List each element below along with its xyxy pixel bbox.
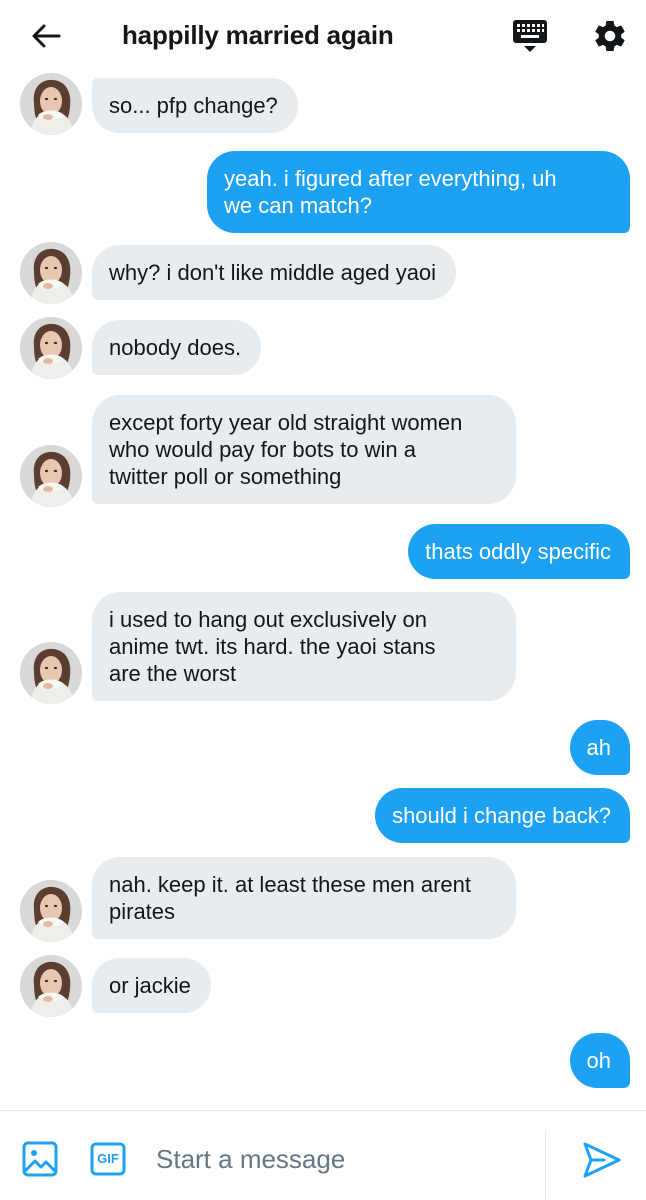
conversation-title: happilly married again (122, 20, 394, 50)
avatar[interactable] (20, 880, 82, 942)
message-bubble-incoming[interactable]: why? i don't like middle aged yaoi (92, 245, 457, 300)
message-bubble-outgoing[interactable]: yeah. i figured after everything, uh we … (207, 151, 630, 233)
arrow-left-icon (32, 24, 61, 48)
add-image-button[interactable] (22, 1141, 58, 1177)
message-text: thats oddly specific (425, 539, 611, 564)
message-text: oh (586, 1048, 611, 1073)
avatar-image (20, 73, 82, 135)
composer-divider (545, 1131, 546, 1200)
avatar-image (20, 880, 82, 942)
avatar-image (20, 242, 82, 304)
message-input[interactable] (156, 1137, 526, 1181)
message-text: or jackie (109, 973, 191, 998)
send-button[interactable] (582, 1141, 624, 1181)
add-gif-button[interactable]: GIF (90, 1142, 126, 1176)
message-bubble-outgoing[interactable]: oh (569, 1033, 630, 1088)
image-icon (22, 1141, 58, 1177)
message-text: i used to hang out exclusively on anime … (109, 607, 436, 686)
avatar-image (20, 317, 82, 379)
message-bubble-outgoing[interactable]: ah (569, 720, 630, 775)
message-text: ah (586, 735, 611, 760)
message-text: except forty year old straight women who… (109, 410, 463, 489)
avatar[interactable] (20, 445, 82, 507)
message-text: should i change back? (392, 803, 611, 828)
avatar[interactable] (20, 73, 82, 135)
message-text: so... pfp change? (109, 93, 278, 118)
conversation-header: happilly married again (0, 0, 646, 72)
avatar[interactable] (20, 317, 82, 379)
gif-label: GIF (97, 1151, 119, 1166)
message-text: yeah. i figured after everything, uh we … (224, 166, 557, 218)
message-composer: GIF (0, 1110, 646, 1200)
message-bubble-incoming[interactable]: or jackie (92, 958, 211, 1013)
gear-icon (595, 21, 625, 51)
avatar-image (20, 445, 82, 507)
message-bubble-outgoing[interactable]: should i change back? (375, 788, 630, 843)
avatar-image (20, 955, 82, 1017)
message-bubble-outgoing[interactable]: thats oddly specific (408, 524, 630, 579)
message-bubble-incoming[interactable]: nah. keep it. at least these men arent p… (92, 857, 516, 939)
message-bubble-incoming[interactable]: nobody does. (92, 320, 262, 375)
message-bubble-incoming[interactable]: so... pfp change? (92, 78, 298, 133)
message-text: why? i don't like middle aged yaoi (109, 260, 437, 285)
message-text: nobody does. (109, 335, 242, 360)
message-text: nah. keep it. at least these men arent p… (109, 872, 472, 924)
avatar[interactable] (20, 642, 82, 704)
avatar[interactable] (20, 955, 82, 1017)
message-bubble-incoming[interactable]: i used to hang out exclusively on anime … (92, 592, 516, 701)
keyboard-button[interactable] (508, 14, 552, 58)
keyboard-icon (513, 20, 547, 52)
avatar[interactable] (20, 242, 82, 304)
settings-button[interactable] (586, 14, 634, 58)
back-button[interactable] (26, 16, 66, 56)
message-bubble-incoming[interactable]: except forty year old straight women who… (92, 395, 516, 504)
send-icon (583, 1142, 621, 1178)
avatar-image (20, 642, 82, 704)
